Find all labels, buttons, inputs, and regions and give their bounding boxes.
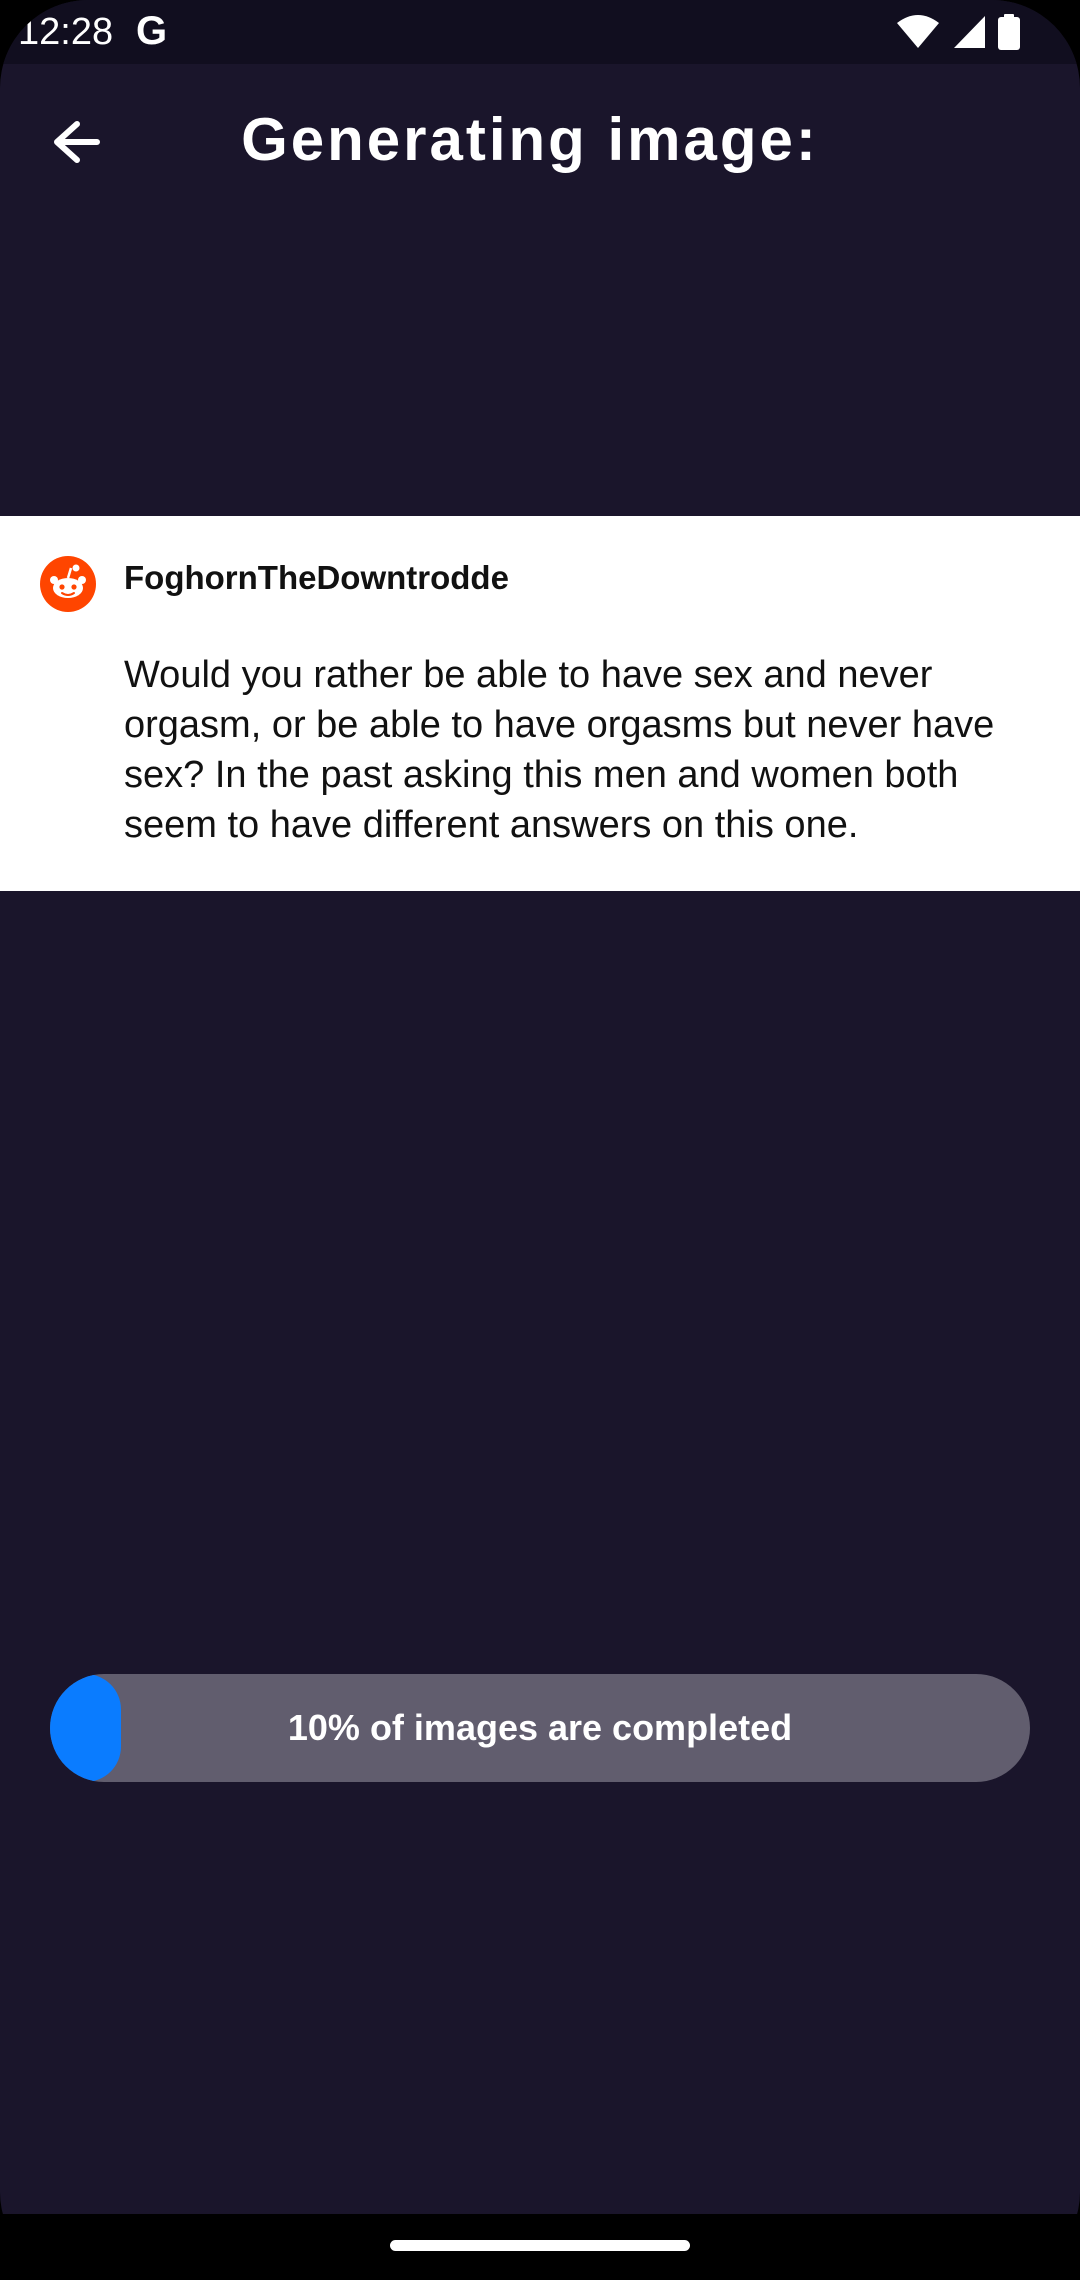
wifi-icon bbox=[897, 15, 939, 48]
status-time: 12:28 bbox=[18, 11, 114, 53]
post-username: FoghornTheDowntrodde bbox=[124, 559, 509, 596]
status-bar: 12:28 G bbox=[0, 0, 1080, 64]
app-header: Generating image: bbox=[0, 64, 1080, 219]
status-icons bbox=[896, 14, 1020, 50]
phone-frame: 12:28 G Generating image: FoghornTheDown… bbox=[0, 0, 1080, 2280]
home-indicator[interactable] bbox=[390, 2240, 690, 2251]
google-icon: G bbox=[136, 9, 168, 53]
progress-label: 10% of images are completed bbox=[287, 1707, 793, 1748]
progress-bar: 10% of images are completed bbox=[50, 1674, 1030, 1782]
reddit-icon bbox=[40, 556, 96, 612]
post-card: FoghornTheDowntrodde Would you rather be… bbox=[0, 516, 1080, 891]
battery-icon bbox=[998, 14, 1020, 50]
signal-icon bbox=[954, 16, 985, 48]
app-screen: 12:28 G Generating image: FoghornTheDown… bbox=[0, 0, 1080, 2214]
post-body: Would you rather be able to have sex and… bbox=[124, 654, 995, 846]
page-title: Generating image: bbox=[241, 106, 819, 173]
